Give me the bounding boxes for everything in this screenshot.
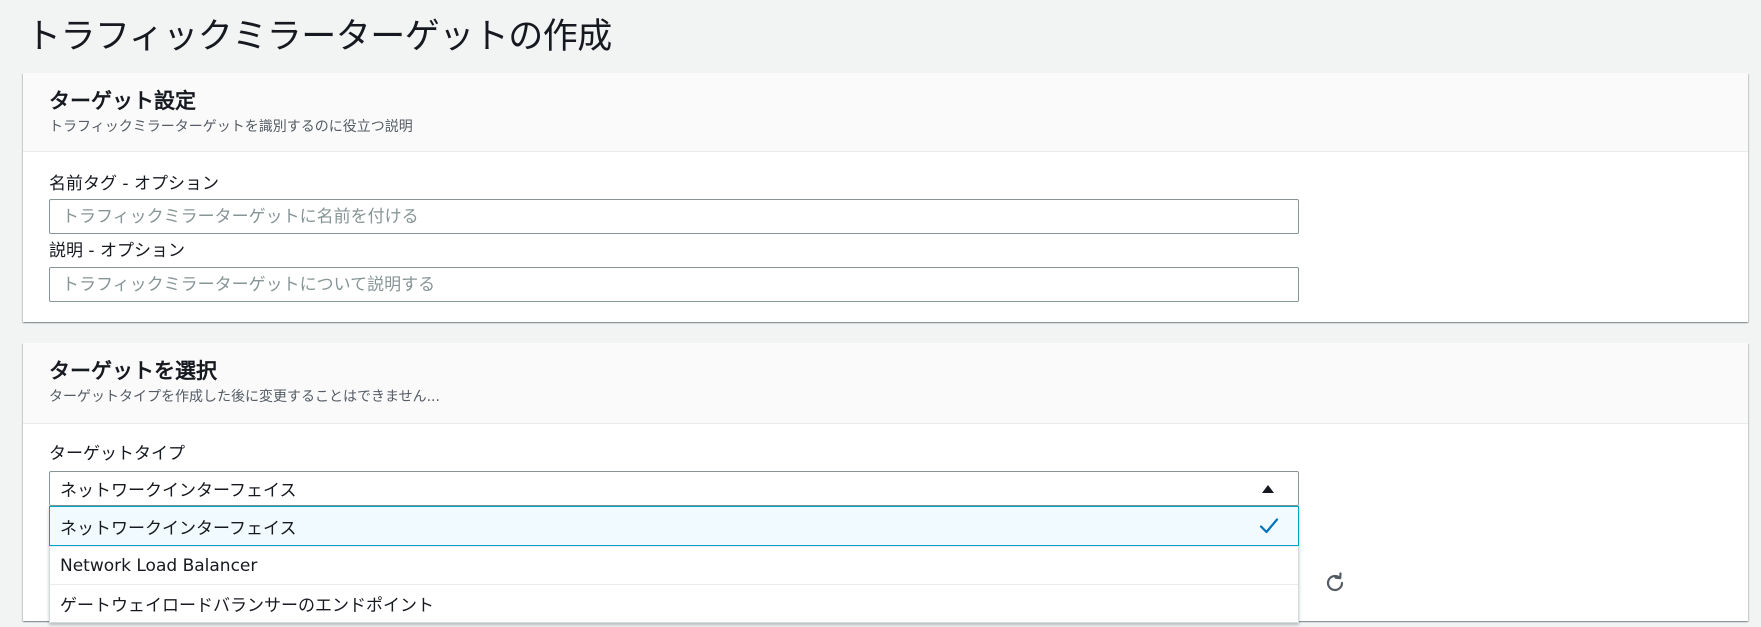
description-input[interactable] [49, 267, 1299, 302]
description-label: 説明 - オプション [49, 241, 185, 261]
target-type-option[interactable]: ゲートウェイロードバランサーのエンドポイント [50, 584, 1298, 622]
target-settings-description: トラフィックミラーターゲットを識別するのに役立つ説明 [49, 119, 413, 135]
target-type-select[interactable]: ネットワークインターフェイス [49, 471, 1299, 506]
target-type-selected-value: ネットワークインターフェイス [60, 481, 297, 501]
target-type-label: ターゲットタイプ [49, 444, 185, 464]
option-label: ゲートウェイロードバランサーのエンドポイント [60, 596, 434, 616]
target-type-dropdown: ネットワークインターフェイス Network Load Balancer ゲート… [49, 506, 1299, 623]
target-settings-title: ターゲット設定 [49, 89, 196, 113]
name-tag-input[interactable] [49, 199, 1299, 234]
select-target-header: ターゲットを選択 ターゲットタイプを作成した後に変更することはできません... [23, 343, 1748, 424]
select-target-description: ターゲットタイプを作成した後に変更することはできません... [49, 389, 440, 405]
option-label: ネットワークインターフェイス [60, 518, 297, 539]
target-settings-panel: ターゲット設定 トラフィックミラーターゲットを識別するのに役立つ説明 名前タグ … [23, 73, 1748, 322]
target-type-option[interactable]: Network Load Balancer [50, 546, 1298, 584]
refresh-icon[interactable] [1323, 571, 1347, 595]
name-tag-label: 名前タグ - オプション [49, 174, 219, 194]
option-label: Network Load Balancer [60, 555, 258, 576]
select-target-title: ターゲットを選択 [49, 359, 217, 383]
page-title: トラフィックミラーターゲットの作成 [26, 17, 612, 57]
target-type-option[interactable]: ネットワークインターフェイス [49, 506, 1299, 546]
caret-up-icon [1262, 484, 1274, 493]
check-icon [1259, 518, 1279, 534]
target-settings-header: ターゲット設定 トラフィックミラーターゲットを識別するのに役立つ説明 [23, 73, 1748, 152]
